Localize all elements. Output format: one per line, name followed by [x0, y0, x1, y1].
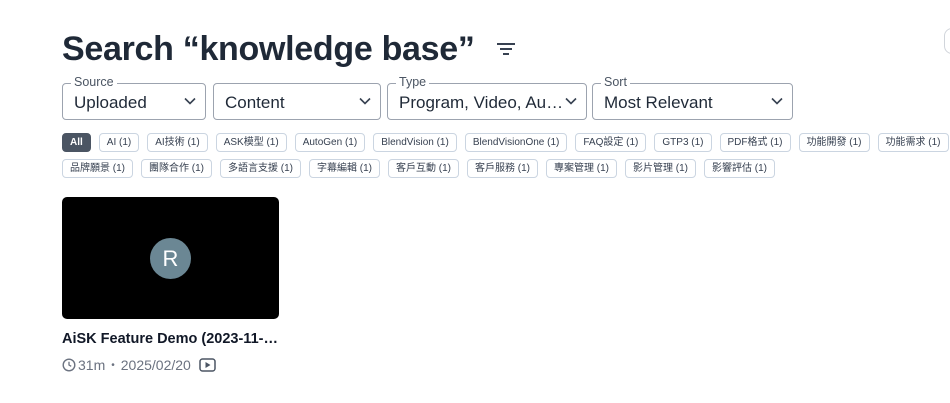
tag-chip[interactable]: PDF格式 (1) [719, 133, 791, 152]
video-meta: 31m • 2025/02/20 [62, 356, 279, 374]
sort-select-legend: Sort [601, 75, 630, 89]
page-title: Search “knowledge base” [62, 29, 475, 68]
filter-lines-icon[interactable] [495, 38, 517, 60]
tag-chip[interactable]: 影片管理 (1) [625, 159, 696, 178]
tag-chip[interactable]: 字幕編輯 (1) [309, 159, 380, 178]
chevron-down-icon [184, 97, 196, 105]
type-select-legend: Type [396, 75, 430, 89]
tag-chip[interactable]: 多語言支援 (1) [220, 159, 301, 178]
tag-chip[interactable]: ASK模型 (1) [215, 133, 287, 152]
tag-chip[interactable]: BlendVision (1) [373, 133, 457, 152]
video-thumbnail[interactable]: R [62, 197, 279, 319]
meta-separator: • [111, 359, 115, 371]
video-date: 2025/02/20 [120, 357, 191, 373]
sort-select-value: Most Relevant [604, 93, 713, 112]
tag-chip[interactable]: AutoGen (1) [294, 133, 366, 152]
avatar: R [150, 238, 191, 279]
play-icon [199, 358, 216, 372]
tag-row: All AI (1) AI技術 (1) ASK模型 (1) AutoGen (1… [62, 133, 949, 152]
video-duration: 31m [78, 357, 106, 373]
content-select-value: Content [225, 93, 285, 112]
chevron-down-icon [359, 97, 371, 105]
page-header: Search “knowledge base” [62, 26, 517, 72]
tag-chip[interactable]: FAQ設定 (1) [575, 133, 647, 152]
tag-chip[interactable]: 功能需求 (1) [877, 133, 949, 152]
tag-row: 品牌願景 (1) 團隊合作 (1) 多語言支援 (1) 字幕編輯 (1) 客戶互… [62, 159, 922, 178]
video-result-card[interactable]: R AiSK Feature Demo (2023-11-… 31m • 202… [62, 197, 279, 374]
chevron-down-icon [771, 97, 783, 105]
filter-bar: Source Uploaded Content Type Program, Vi… [62, 75, 802, 120]
video-title[interactable]: AiSK Feature Demo (2023-11-… [62, 331, 279, 347]
tag-chip-all[interactable]: All [62, 133, 91, 152]
tag-chip[interactable]: AI (1) [98, 133, 140, 152]
tag-chip[interactable]: GTP3 (1) [654, 133, 712, 152]
tag-chip[interactable]: 團隊合作 (1) [141, 159, 212, 178]
source-select[interactable]: Source Uploaded [62, 75, 206, 120]
clock-icon [62, 358, 76, 372]
type-select-value: Program, Video, Au… [399, 93, 564, 112]
tag-chip[interactable]: 客戶服務 (1) [467, 159, 538, 178]
type-select[interactable]: Type Program, Video, Au… [387, 75, 587, 120]
tag-chip[interactable]: AI技術 (1) [147, 133, 208, 152]
tag-chip[interactable]: 客戶互動 (1) [388, 159, 459, 178]
content-select[interactable]: Content [213, 83, 381, 120]
source-select-value: Uploaded [74, 93, 147, 112]
chevron-down-icon [565, 97, 577, 105]
sort-select[interactable]: Sort Most Relevant [592, 75, 793, 120]
edge-panel-toggle[interactable] [944, 28, 950, 54]
tag-chip[interactable]: 專案管理 (1) [546, 159, 617, 178]
tag-filter-list: All AI (1) AI技術 (1) ASK模型 (1) AutoGen (1… [62, 133, 949, 185]
source-select-legend: Source [71, 75, 117, 89]
tag-chip[interactable]: BlendVisionOne (1) [464, 133, 568, 152]
tag-chip[interactable]: 影響評估 (1) [704, 159, 775, 178]
tag-chip[interactable]: 品牌願景 (1) [62, 159, 133, 178]
tag-chip[interactable]: 功能開發 (1) [798, 133, 870, 152]
